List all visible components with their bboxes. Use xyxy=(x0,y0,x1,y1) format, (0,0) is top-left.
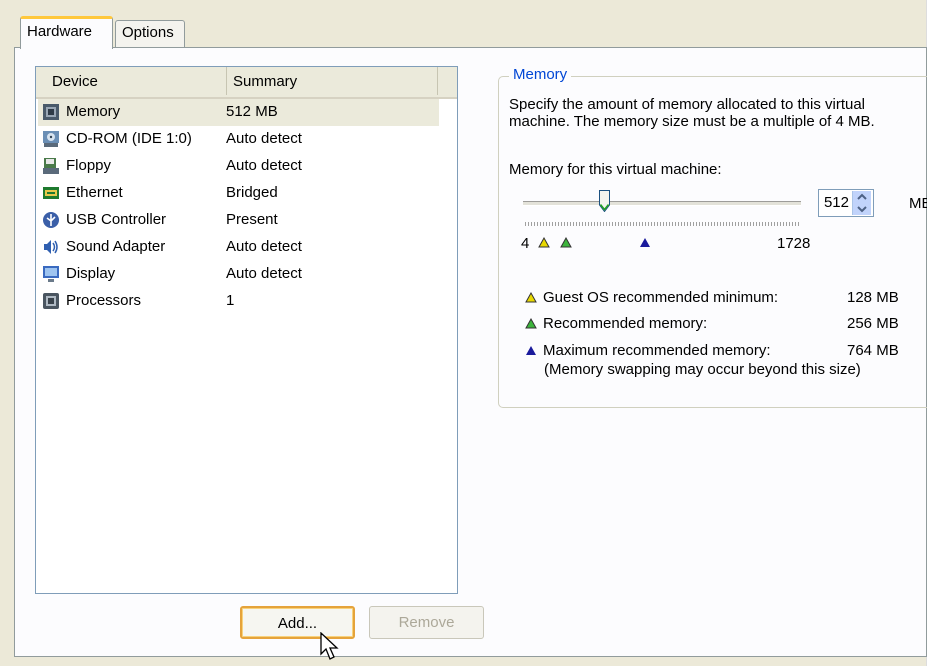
device-row-processors[interactable]: Processors 1 xyxy=(38,288,439,315)
legend-value: 764 MB xyxy=(847,342,899,359)
legend-value: 128 MB xyxy=(847,289,899,306)
usb-icon xyxy=(43,212,59,228)
device-summary: Auto detect xyxy=(226,157,302,174)
device-row-memory[interactable]: Memory 512 MB xyxy=(38,99,439,126)
memory-field-label: Memory for this virtual machine: xyxy=(509,161,722,178)
device-name: Memory xyxy=(66,103,121,120)
device-row-display[interactable]: Display Auto detect xyxy=(38,261,439,288)
device-name: Ethernet xyxy=(66,184,123,201)
recommended-marker-icon xyxy=(560,237,572,248)
slider-min-label: 4 xyxy=(521,235,530,252)
legend-label: Recommended memory: xyxy=(543,315,708,332)
device-row-usb[interactable]: USB Controller Present xyxy=(38,207,439,234)
sound-icon xyxy=(44,240,58,254)
memory-spinner[interactable] xyxy=(852,191,871,215)
device-name: USB Controller xyxy=(66,211,167,228)
slider-ticks xyxy=(525,222,799,226)
dialog-window: Hardware Options Device Summary Memory 5… xyxy=(0,0,927,666)
tab-hardware[interactable]: Hardware xyxy=(20,16,113,49)
remove-button[interactable]: Remove xyxy=(369,606,484,639)
device-summary: 512 MB xyxy=(226,103,278,120)
memory-slider-track[interactable] xyxy=(523,201,801,206)
device-summary: 1 xyxy=(226,292,235,309)
device-name: Processors xyxy=(66,292,142,309)
device-summary: Auto detect xyxy=(226,130,302,147)
slider-max-label: 1728 xyxy=(777,235,811,252)
ethernet-icon xyxy=(43,187,59,199)
device-row-floppy[interactable]: Floppy Auto detect xyxy=(38,153,439,180)
min-recommended-marker-icon xyxy=(538,237,550,248)
legend-value: 256 MB xyxy=(847,315,899,332)
device-summary: Auto detect xyxy=(226,238,302,255)
processor-icon xyxy=(43,293,59,309)
list-header: Device Summary xyxy=(36,67,457,99)
mouse-cursor-icon xyxy=(320,632,339,660)
spin-down-icon[interactable] xyxy=(853,203,871,215)
memory-description: Specify the amount of memory allocated t… xyxy=(509,96,875,130)
display-icon xyxy=(43,266,59,282)
device-row-cdrom[interactable]: CD-ROM (IDE 1:0) Auto detect xyxy=(38,126,439,153)
device-summary: Present xyxy=(226,211,278,228)
yellow-triangle-icon xyxy=(525,292,537,303)
device-name: Sound Adapter xyxy=(66,238,166,255)
device-name: Floppy xyxy=(66,157,112,174)
tab-options[interactable]: Options xyxy=(115,20,185,47)
swap-warning-note: (Memory swapping may occur beyond this s… xyxy=(544,361,861,378)
legend-label: Maximum recommended memory: xyxy=(543,342,771,359)
device-summary: Bridged xyxy=(226,184,278,201)
device-name: CD-ROM (IDE 1:0) xyxy=(66,130,192,147)
blue-triangle-icon xyxy=(526,346,536,355)
cdrom-icon xyxy=(43,131,59,147)
hardware-panel: Device Summary Memory 512 MB CD-ROM (IDE… xyxy=(14,47,927,657)
spin-up-icon[interactable] xyxy=(853,191,871,203)
memory-slider-thumb[interactable] xyxy=(599,190,610,212)
memory-group-title: Memory xyxy=(509,66,572,83)
memory-unit-label: MB xyxy=(909,195,927,212)
legend-label: Guest OS recommended minimum: xyxy=(543,289,779,306)
device-name: Display xyxy=(66,265,116,282)
device-row-ethernet[interactable]: Ethernet Bridged xyxy=(38,180,439,207)
memory-icon xyxy=(43,104,59,120)
column-header-summary[interactable]: Summary xyxy=(228,67,438,95)
device-summary: Auto detect xyxy=(226,265,302,282)
max-recommended-marker-icon xyxy=(640,238,650,247)
device-row-sound[interactable]: Sound Adapter Auto detect xyxy=(38,234,439,261)
column-header-device[interactable]: Device xyxy=(36,67,227,95)
green-triangle-icon xyxy=(525,318,537,329)
device-list[interactable]: Device Summary Memory 512 MB CD-ROM (IDE… xyxy=(35,66,458,594)
floppy-icon xyxy=(43,158,59,174)
